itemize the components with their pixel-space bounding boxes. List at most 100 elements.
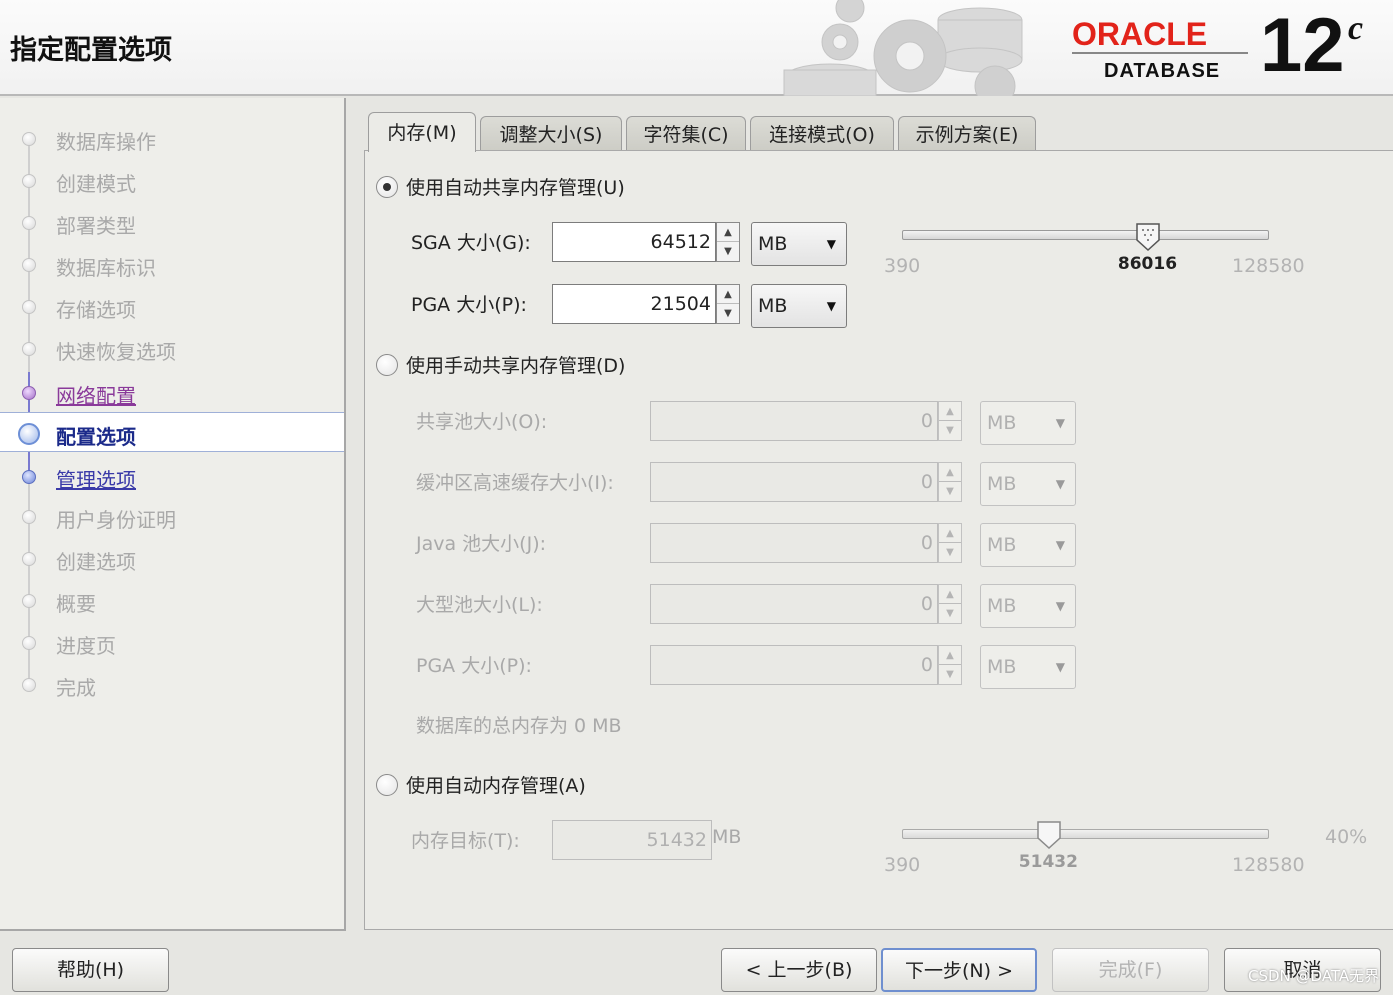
help-button-label: 帮助(H): [56, 959, 125, 981]
manual-field-label: PGA 大小(P):: [416, 655, 532, 677]
step-indicator-icon: [22, 386, 36, 400]
nav-step-label: 管理选项: [56, 468, 136, 492]
manual-unit-select[interactable]: MB ▼: [980, 401, 1076, 445]
auto-shared-memory-radio[interactable]: [376, 176, 398, 198]
pga-size-label: PGA 大小(P):: [411, 294, 527, 316]
sga-unit-value: MB: [758, 233, 788, 255]
manual-field-input[interactable]: 0: [650, 523, 938, 563]
manual-shared-memory-label: 使用手动共享内存管理(D): [406, 355, 626, 377]
auto-shared-memory-label: 使用自动共享内存管理(U): [406, 177, 625, 199]
tab-sample-schemas-label: 示例方案(E): [915, 124, 1019, 146]
chevron-down-icon: ▼: [1055, 660, 1065, 674]
next-button[interactable]: 下一步(N) >: [881, 948, 1037, 992]
manual-unit-select[interactable]: MB ▼: [980, 645, 1076, 689]
finish-button[interactable]: 完成(F): [1052, 948, 1209, 992]
tab-charset[interactable]: 字符集(C): [626, 116, 746, 154]
spinner-up-icon[interactable]: ▲: [939, 402, 961, 421]
manual-field-spinner[interactable]: ▲ ▼: [938, 462, 962, 502]
chevron-down-icon: ▼: [1055, 477, 1065, 491]
manual-field-label: 缓冲区高速缓存大小(I):: [416, 472, 614, 494]
spinner-down-icon[interactable]: ▼: [939, 604, 961, 623]
nav-step-item: 用户身份证明: [0, 496, 344, 536]
nav-step-item[interactable]: 网络配置: [0, 372, 344, 412]
tab-sample-schemas[interactable]: 示例方案(E): [898, 116, 1036, 154]
tab-connection-mode[interactable]: 连接模式(O): [750, 116, 894, 154]
sga-size-input[interactable]: 64512: [552, 222, 716, 262]
sga-pga-slider-thumb[interactable]: [1135, 222, 1161, 252]
manual-unit-value: MB: [987, 656, 1017, 678]
step-indicator-icon: [22, 174, 36, 188]
manual-unit-select[interactable]: MB ▼: [980, 523, 1076, 567]
step-indicator-icon: [22, 342, 36, 356]
manual-shared-memory-radio[interactable]: [376, 354, 398, 376]
header-banner: 指定配置选项 ORACLE DATABASE 12 c: [0, 0, 1393, 96]
spinner-down-icon[interactable]: ▼: [939, 421, 961, 440]
memory-slider-min: 390: [884, 854, 921, 876]
manual-field-input[interactable]: 0: [650, 401, 938, 441]
spinner-up-icon[interactable]: ▲: [717, 223, 739, 242]
memory-target-slider-thumb[interactable]: [1036, 820, 1062, 850]
manual-field-spinner[interactable]: ▲ ▼: [938, 523, 962, 563]
memory-target-slider-track[interactable]: [902, 829, 1269, 839]
spinner-down-icon[interactable]: ▼: [939, 665, 961, 684]
pga-unit-select[interactable]: MB ▼: [751, 284, 847, 328]
pga-size-spinner[interactable]: ▲ ▼: [716, 284, 740, 324]
spinner-up-icon[interactable]: ▲: [717, 285, 739, 304]
spinner-up-icon[interactable]: ▲: [939, 463, 961, 482]
nav-step-item: 概要: [0, 580, 344, 620]
sga-slider-min: 390: [884, 255, 921, 277]
manual-unit-value: MB: [987, 595, 1017, 617]
nav-step-label: 数据库操作: [56, 130, 156, 154]
nav-step-item: 快速恢复选项: [0, 328, 344, 368]
step-indicator-icon: [22, 258, 36, 272]
nav-step-item[interactable]: 配置选项: [0, 412, 344, 452]
total-memory-text: 数据库的总内存为 0 MB: [416, 715, 622, 737]
finish-button-label: 完成(F): [1098, 959, 1163, 981]
manual-field-spinner[interactable]: ▲ ▼: [938, 401, 962, 441]
nav-step-item: 完成: [0, 664, 344, 704]
step-indicator-icon: [22, 678, 36, 692]
next-button-label: 下一步(N) >: [905, 960, 1013, 982]
spinner-down-icon[interactable]: ▼: [717, 304, 739, 323]
nav-step-item[interactable]: 管理选项: [0, 456, 344, 496]
help-button[interactable]: 帮助(H): [12, 948, 169, 992]
manual-field-input[interactable]: 0: [650, 645, 938, 685]
memory-target-input[interactable]: 51432: [552, 820, 712, 860]
nav-step-item: 数据库标识: [0, 244, 344, 284]
manual-field-spinner[interactable]: ▲ ▼: [938, 584, 962, 624]
manual-field-label: Java 池大小(J):: [416, 533, 547, 555]
step-indicator-icon: [22, 216, 36, 230]
memory-percent-label: 40%: [1325, 826, 1368, 848]
tab-connection-mode-label: 连接模式(O): [769, 124, 875, 146]
nav-step-label: 数据库标识: [56, 256, 156, 280]
chevron-down-icon: ▼: [826, 299, 836, 313]
spinner-up-icon[interactable]: ▲: [939, 585, 961, 604]
spinner-down-icon[interactable]: ▼: [939, 482, 961, 501]
tab-sizing[interactable]: 调整大小(S): [480, 116, 622, 154]
back-button[interactable]: < 上一步(B): [721, 948, 877, 992]
auto-memory-radio[interactable]: [376, 774, 398, 796]
step-indicator-icon: [22, 132, 36, 146]
manual-unit-select[interactable]: MB ▼: [980, 462, 1076, 506]
manual-field-input[interactable]: 0: [650, 584, 938, 624]
step-indicator-icon: [22, 470, 36, 484]
sga-size-spinner[interactable]: ▲ ▼: [716, 222, 740, 262]
oracle-brand-text: ORACLE: [1072, 16, 1208, 52]
nav-step-item: 创建模式: [0, 160, 344, 200]
page-title: 指定配置选项: [10, 35, 172, 66]
memory-slider-max: 128580: [1232, 854, 1305, 876]
spinner-down-icon[interactable]: ▼: [717, 242, 739, 261]
manual-unit-select[interactable]: MB ▼: [980, 584, 1076, 628]
spinner-up-icon[interactable]: ▲: [939, 646, 961, 665]
tab-memory[interactable]: 内存(M): [368, 112, 476, 152]
logo-divider: [1072, 52, 1248, 54]
oracle-version-suffix: c: [1348, 10, 1364, 47]
spinner-down-icon[interactable]: ▼: [939, 543, 961, 562]
nav-step-label: 部署类型: [56, 214, 136, 238]
pga-size-input[interactable]: 21504: [552, 284, 716, 324]
manual-field-input[interactable]: 0: [650, 462, 938, 502]
sga-pga-slider-track[interactable]: [902, 230, 1269, 240]
sga-unit-select[interactable]: MB ▼: [751, 222, 847, 266]
manual-field-spinner[interactable]: ▲ ▼: [938, 645, 962, 685]
spinner-up-icon[interactable]: ▲: [939, 524, 961, 543]
